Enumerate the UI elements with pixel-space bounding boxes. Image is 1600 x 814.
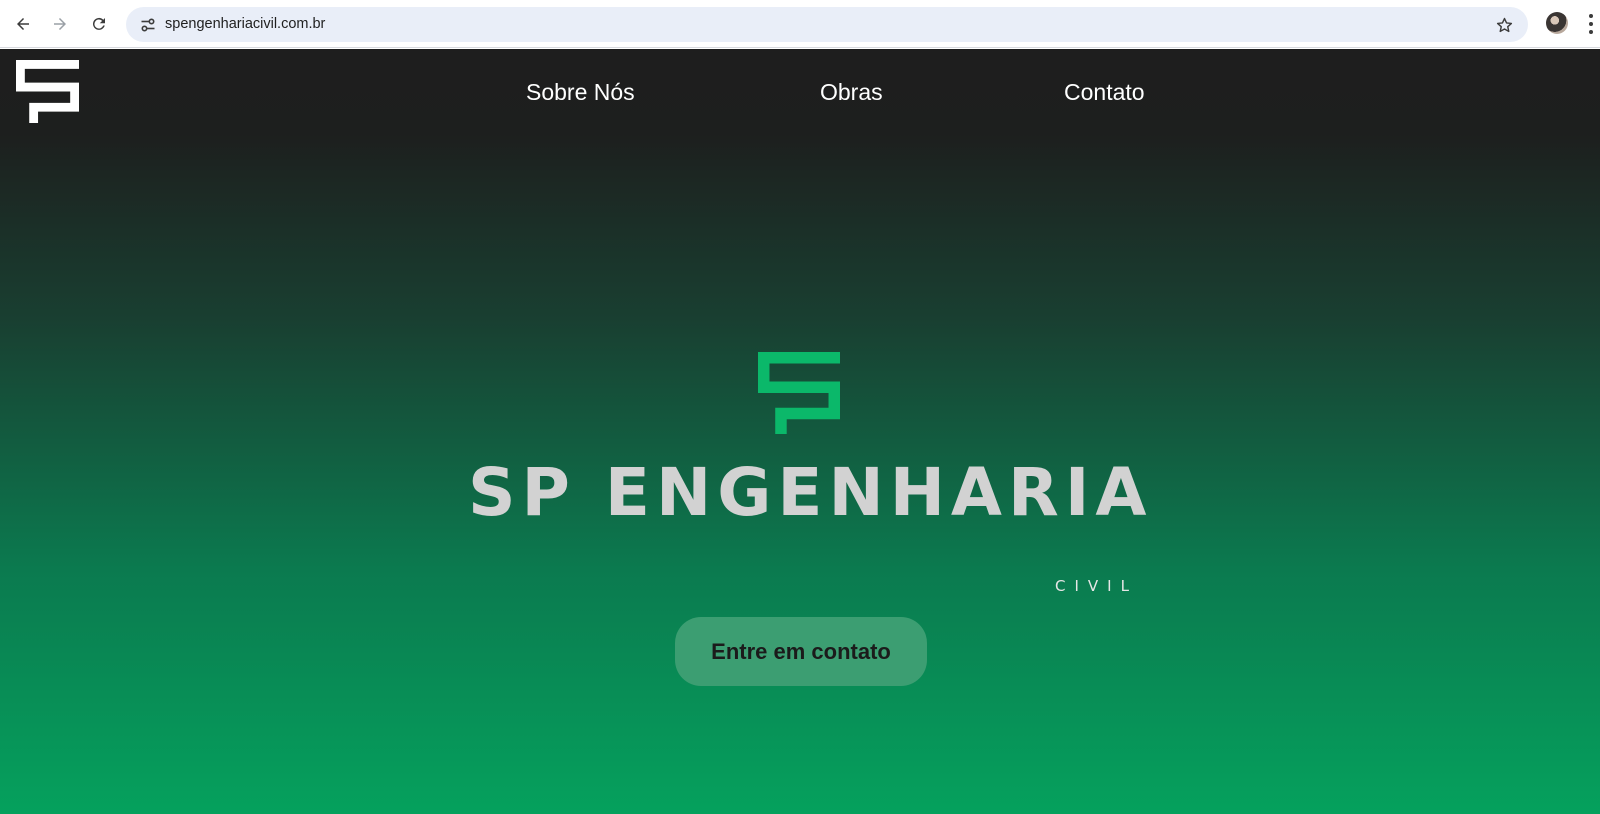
forward-arrow-icon xyxy=(54,18,66,30)
nav-link-obras[interactable]: Obras xyxy=(820,76,883,108)
reload-button[interactable] xyxy=(84,9,114,39)
site-info-button[interactable] xyxy=(134,11,161,38)
back-button[interactable] xyxy=(8,9,38,39)
bookmark-button[interactable] xyxy=(1492,13,1516,37)
star-icon xyxy=(1496,17,1512,32)
nav-link-sobre-nos[interactable]: Sobre Nós xyxy=(526,76,635,108)
address-bar[interactable]: spengenhariacivil.com.br xyxy=(126,7,1528,42)
main-navigation: Sobre Nós Obras Contato xyxy=(0,76,1600,108)
forward-button[interactable] xyxy=(45,9,75,39)
website-page: Sobre Nós Obras Contato SP ENGENHARIA CI… xyxy=(0,49,1600,814)
back-arrow-icon xyxy=(17,18,29,30)
profile-avatar[interactable] xyxy=(1546,12,1568,34)
url-text[interactable]: spengenhariacivil.com.br xyxy=(165,16,325,32)
site-info-icon xyxy=(140,17,155,32)
kebab-menu-icon[interactable] xyxy=(1586,12,1596,36)
nav-link-contato[interactable]: Contato xyxy=(1064,76,1145,108)
hero-subtitle: CIVIL xyxy=(1055,577,1138,595)
contact-cta-button[interactable]: Entre em contato xyxy=(675,617,927,686)
hero-title: SP ENGENHARIA xyxy=(468,454,1153,531)
sp-brand-mark-icon xyxy=(758,352,840,434)
reload-icon xyxy=(92,17,105,30)
browser-toolbar: spengenhariacivil.com.br xyxy=(0,0,1600,48)
